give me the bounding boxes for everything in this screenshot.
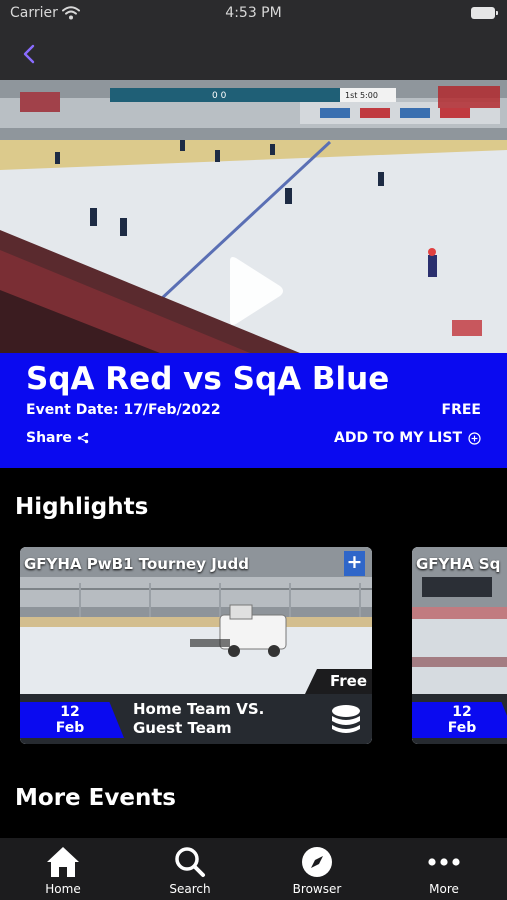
highlight-date-day: 12 [60, 704, 80, 720]
share-button[interactable]: Share [26, 430, 89, 446]
add-to-my-list-label: ADD TO MY LIST [334, 430, 462, 446]
plus-icon: + [346, 551, 363, 573]
compass-icon [254, 844, 380, 880]
share-icon [77, 432, 89, 444]
battery-icon [471, 7, 498, 19]
play-icon[interactable] [222, 255, 286, 327]
highlight-info-bar: 12 Feb [412, 694, 507, 744]
search-icon [127, 844, 253, 880]
highlight-title: GFYHA Sq [416, 555, 501, 573]
home-icon [0, 844, 126, 880]
highlight-date-badge: 12 Feb [20, 702, 124, 738]
back-button[interactable] [16, 40, 44, 68]
event-info-banner: SqA Red vs SqA Blue Event Date: 17/Feb/2… [0, 353, 507, 468]
tab-bar: Home Search Browser More [0, 838, 507, 900]
highlight-title: GFYHA PwB1 Tourney Judd [24, 555, 249, 573]
share-label: Share [26, 430, 72, 446]
tab-home[interactable]: Home [0, 838, 126, 900]
highlight-date-day: 12 [452, 704, 472, 720]
highlight-teams-line1: Home Team VS. [133, 700, 265, 718]
tab-search-label: Search [169, 882, 211, 896]
more-icon [381, 844, 507, 880]
highlight-date-month: Feb [447, 720, 477, 736]
chevron-left-icon [23, 44, 35, 64]
highlight-card[interactable]: GFYHA PwB1 Tourney Judd + Free 12 Feb Ho… [20, 547, 372, 744]
add-circle-icon [468, 431, 481, 445]
add-highlight-button[interactable]: + [344, 551, 365, 576]
tab-browser[interactable]: Browser [254, 838, 380, 900]
video-player[interactable]: 0 0 1st 5:00 [0, 80, 507, 353]
highlight-date-month: Feb [55, 720, 85, 736]
highlights-heading: Highlights [15, 494, 149, 520]
tab-more[interactable]: More [381, 838, 507, 900]
navigation-bar [0, 28, 507, 80]
status-bar: Carrier 4:53 PM [0, 0, 507, 28]
svg-text:0 0: 0 0 [212, 91, 227, 101]
highlight-teams: Home Team VS. Guest Team [133, 700, 264, 738]
highlight-price-badge: Free [304, 669, 372, 694]
more-events-heading: More Events [15, 785, 176, 811]
event-price: FREE [441, 402, 481, 418]
status-time: 4:53 PM [225, 5, 282, 21]
tab-browser-label: Browser [292, 882, 342, 896]
highlight-card[interactable]: GFYHA Sq 12 Feb [412, 547, 507, 744]
tab-home-label: Home [45, 882, 81, 896]
tab-more-label: More [429, 882, 459, 896]
event-title: SqA Red vs SqA Blue [26, 361, 390, 397]
highlight-date-badge: 12 Feb [412, 702, 507, 738]
add-to-my-list-button[interactable]: ADD TO MY LIST [334, 430, 481, 446]
tab-search[interactable]: Search [127, 838, 253, 900]
coins-icon [332, 705, 360, 733]
svg-text:1st 5:00: 1st 5:00 [345, 91, 378, 100]
highlight-teams-line2: Guest Team [133, 719, 232, 737]
event-date: Event Date: 17/Feb/2022 [26, 402, 221, 418]
highlight-info-bar: 12 Feb Home Team VS. Guest Team [20, 694, 372, 744]
